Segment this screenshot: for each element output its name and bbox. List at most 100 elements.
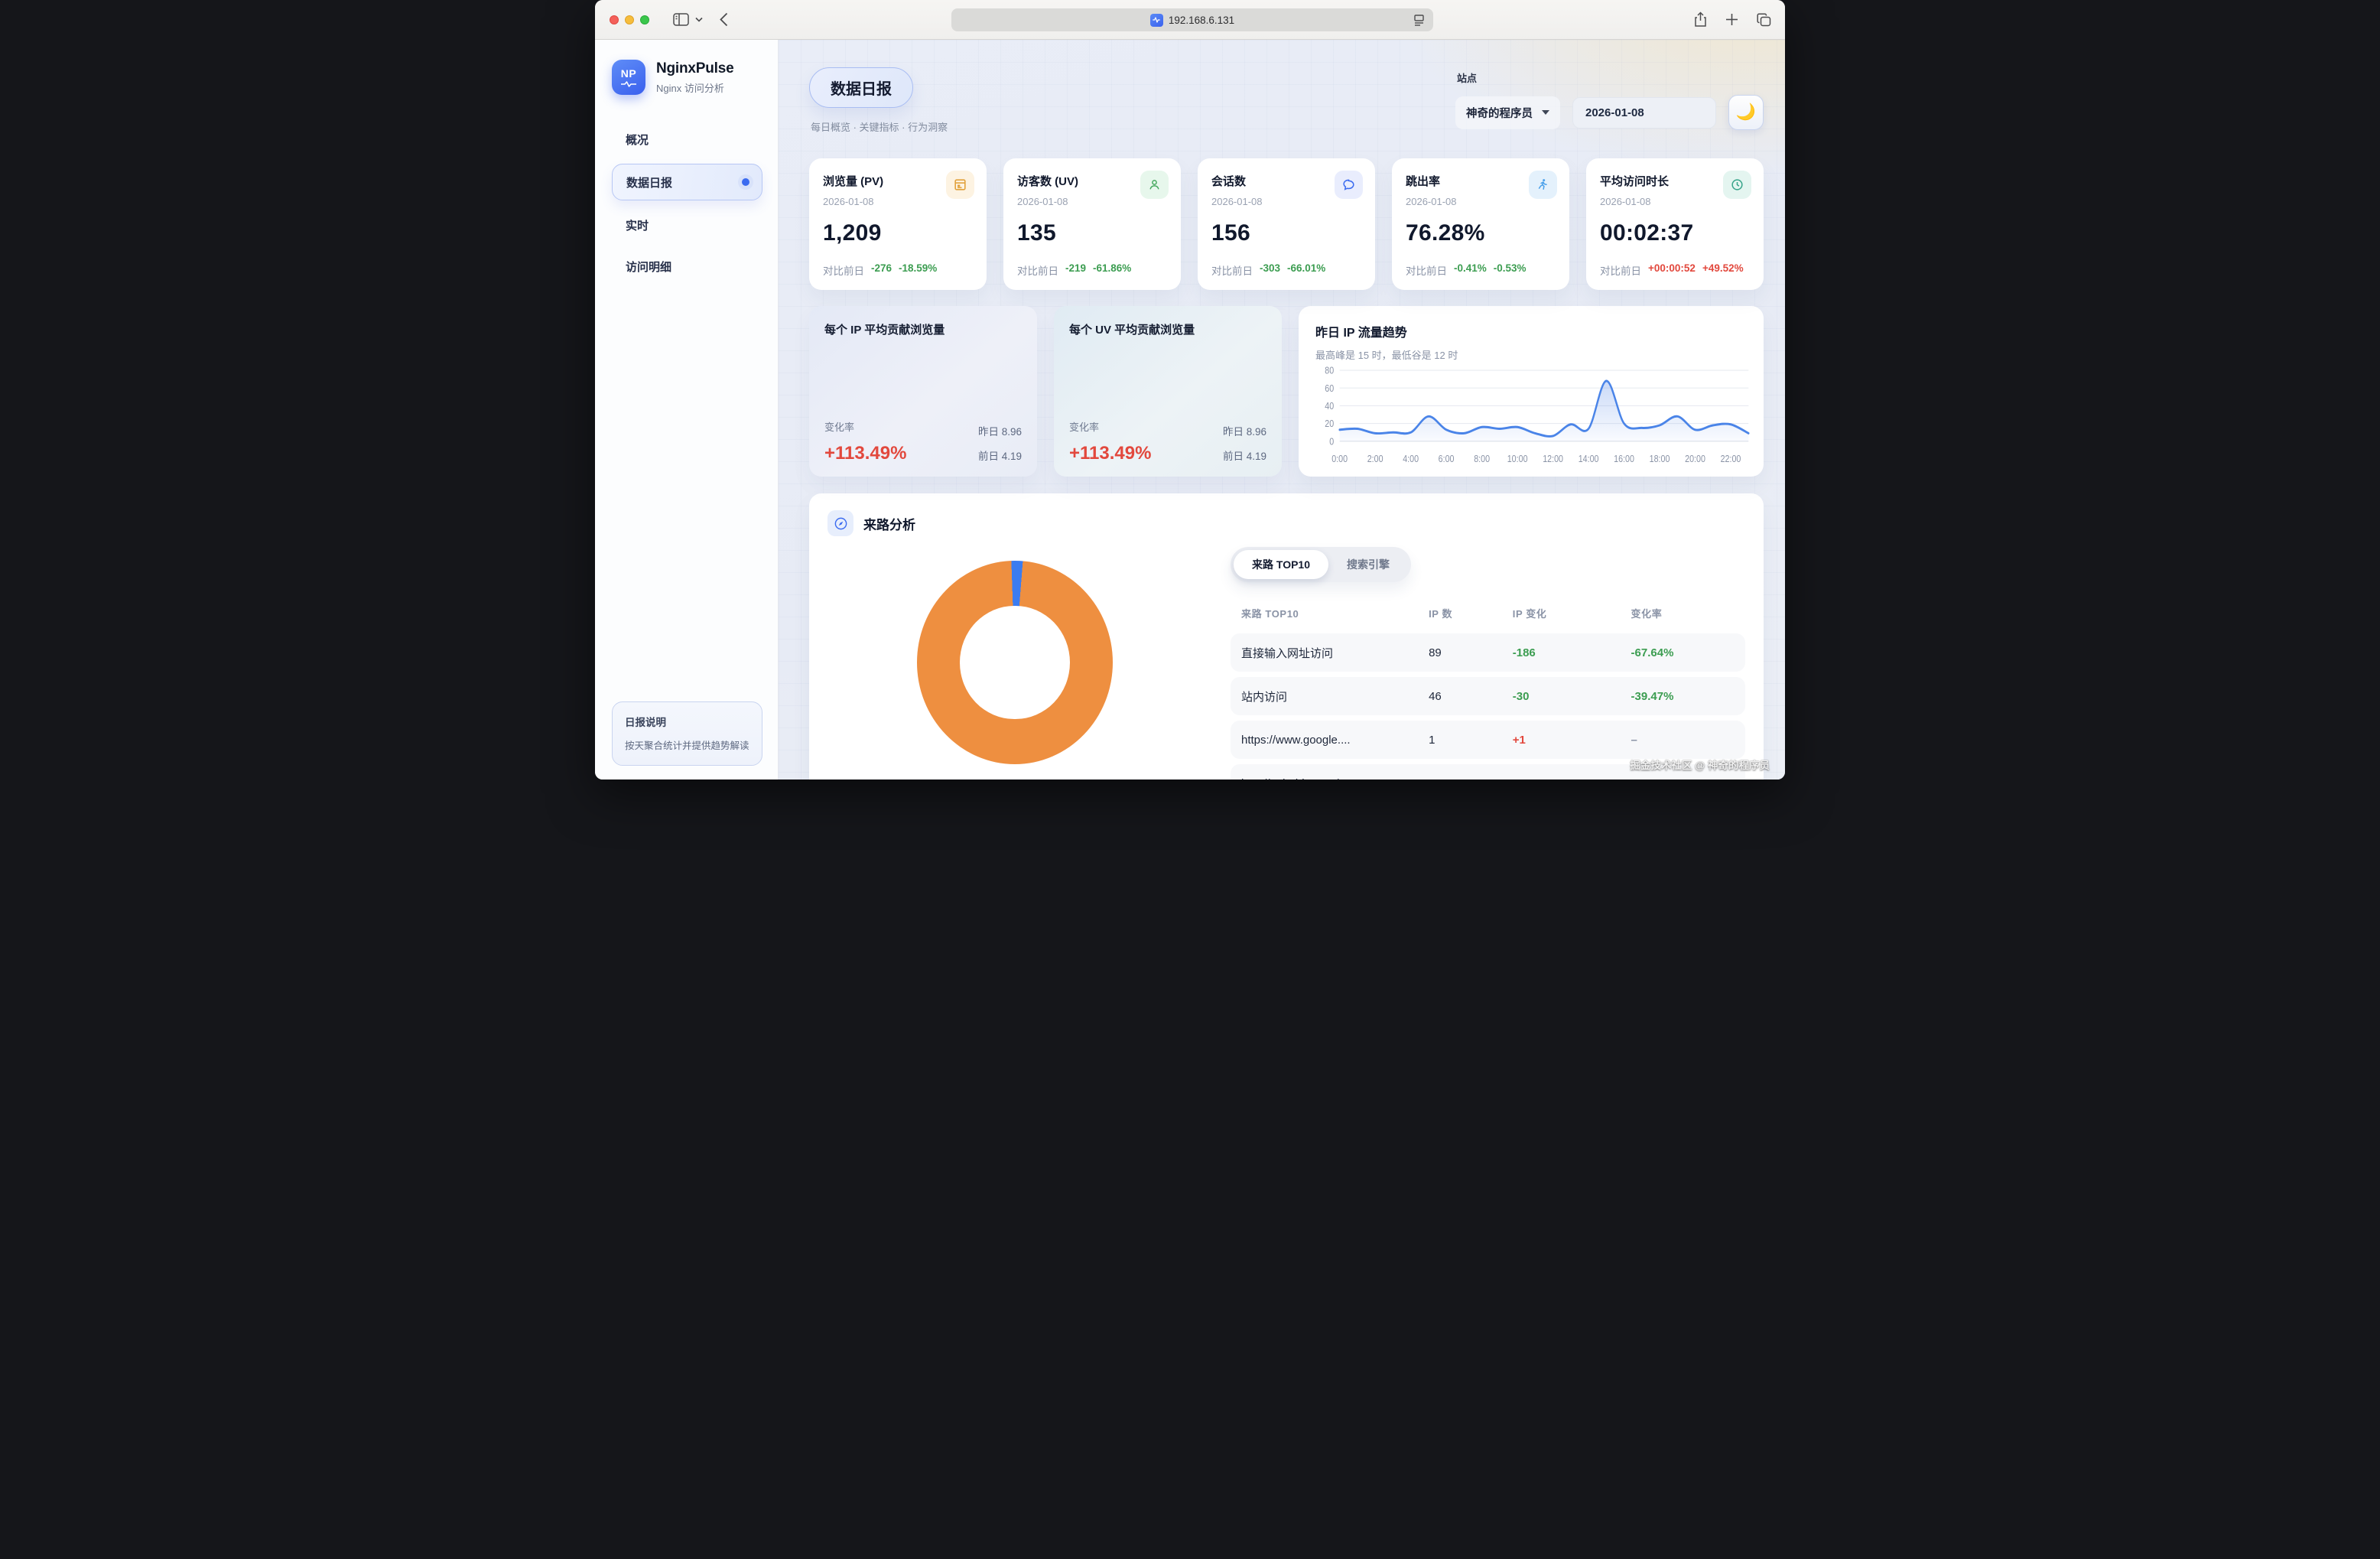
page-subtitle: 每日概览 · 关键指标 · 行为洞察 xyxy=(811,119,948,134)
user-icon xyxy=(1140,171,1169,199)
sidebar-toggle-icon[interactable] xyxy=(673,13,689,26)
stat-card: 访客数 (UV) 2026-01-08 135 对比前日 -219 -61.86… xyxy=(1003,158,1181,290)
column-header: 来路 TOP10 xyxy=(1241,606,1429,620)
stat-value: 76.28% xyxy=(1406,220,1556,246)
change-label: 变化率 xyxy=(824,419,854,434)
tab-overview-icon[interactable] xyxy=(1757,13,1771,27)
compass-icon xyxy=(827,510,853,536)
runner-icon xyxy=(1529,171,1557,199)
stat-card: 跳出率 2026-01-08 76.28% 对比前日 -0.41% -0.53% xyxy=(1392,158,1569,290)
change-label: 变化率 xyxy=(1069,419,1099,434)
back-icon[interactable] xyxy=(720,12,728,27)
column-header: IP 变化 xyxy=(1513,606,1631,620)
close-button[interactable] xyxy=(610,15,619,24)
theme-toggle-button[interactable]: 🌙 xyxy=(1728,95,1764,130)
site-select[interactable]: 神奇的程序员 xyxy=(1455,96,1560,129)
tab-1[interactable]: 搜索引擎 xyxy=(1328,550,1408,579)
avg-card-title: 每个 IP 平均贡献浏览量 xyxy=(824,321,1022,337)
pulse-line-icon xyxy=(620,81,637,87)
referrer-name: http://m.baidu.com/... xyxy=(1241,777,1429,780)
delta-absolute: -219 xyxy=(1065,262,1086,278)
svg-text:14:00: 14:00 xyxy=(1579,453,1599,464)
sidebar-item-0[interactable]: 概况 xyxy=(612,122,762,156)
sidebar-note-card: 日报说明 按天聚合统计并提供趋势解读 xyxy=(612,701,762,766)
prev-day-value: 前日 4.19 xyxy=(978,448,1022,463)
traffic-trend-card: 昨日 IP 流量趋势 最高峰是 15 时，最低谷是 12 时 020406080… xyxy=(1299,306,1764,477)
sidebar-item-3[interactable]: 访问明细 xyxy=(612,249,762,283)
prev-day-value: 前日 4.19 xyxy=(1223,448,1266,463)
svg-text:2:00: 2:00 xyxy=(1367,453,1383,464)
avg-ip-card: 每个 IP 平均贡献浏览量 变化率 +113.49% 昨日 8.96 前日 4.… xyxy=(809,306,1037,477)
ip-change: +1 xyxy=(1513,777,1631,780)
share-icon[interactable] xyxy=(1694,11,1707,28)
app-subtitle: Nginx 访问分析 xyxy=(656,80,733,95)
compare-label: 对比前日 xyxy=(823,262,864,278)
avg-uv-card: 每个 UV 平均贡献浏览量 变化率 +113.49% 昨日 8.96 前日 4.… xyxy=(1054,306,1282,477)
yesterday-value: 昨日 8.96 xyxy=(978,423,1022,438)
svg-text:80: 80 xyxy=(1325,365,1334,376)
stat-delta: 对比前日 +00:00:52 +49.52% xyxy=(1600,262,1744,278)
referrer-name: 站内访问 xyxy=(1241,688,1429,705)
browser-window: 192.168.6.131 xyxy=(595,0,1785,780)
table-row: 站内访问 46 -30 -39.47% xyxy=(1231,677,1745,715)
select-caret-icon xyxy=(1542,110,1549,115)
app-title: NginxPulse xyxy=(656,60,733,77)
delta-percent: -18.59% xyxy=(899,262,937,278)
table-row: 直接输入网址访问 89 -186 -67.64% xyxy=(1231,633,1745,672)
stat-delta: 对比前日 -0.41% -0.53% xyxy=(1406,262,1527,278)
tab-0[interactable]: 来路 TOP10 xyxy=(1234,550,1328,579)
active-indicator-dot xyxy=(742,178,749,186)
clock-icon xyxy=(1723,171,1751,199)
logo-initials: NP xyxy=(621,67,636,80)
address-bar[interactable]: 192.168.6.131 xyxy=(951,8,1433,31)
stat-card: 会话数 2026-01-08 156 对比前日 -303 -66.01% xyxy=(1198,158,1375,290)
app-logo-icon: NP xyxy=(612,60,645,95)
sidebar-item-label: 概况 xyxy=(626,132,649,148)
avg-card-title: 每个 UV 平均贡献浏览量 xyxy=(1069,321,1266,337)
date-input[interactable]: 2026-01-08 xyxy=(1572,97,1716,129)
site-select-value: 神奇的程序员 xyxy=(1466,105,1533,121)
delta-absolute: -0.41% xyxy=(1454,262,1487,278)
svg-text:0: 0 xyxy=(1329,435,1334,447)
svg-text:4:00: 4:00 xyxy=(1403,453,1419,464)
change-rate: – xyxy=(1631,777,1735,780)
ip-change: +1 xyxy=(1513,734,1631,747)
note-body: 按天聚合统计并提供趋势解读 xyxy=(625,737,749,752)
svg-text:10:00: 10:00 xyxy=(1507,453,1528,464)
compare-label: 对比前日 xyxy=(1406,262,1447,278)
sidebar-item-1[interactable]: 数据日报 xyxy=(612,164,762,200)
zoom-button[interactable] xyxy=(640,15,649,24)
referrer-name: 直接输入网址访问 xyxy=(1241,645,1429,661)
stat-value: 00:02:37 xyxy=(1600,220,1750,246)
new-tab-icon[interactable] xyxy=(1725,13,1738,26)
stat-delta: 对比前日 -303 -66.01% xyxy=(1211,262,1325,278)
stat-delta: 对比前日 -276 -18.59% xyxy=(823,262,937,278)
chat-icon xyxy=(1335,171,1363,199)
stat-value: 1,209 xyxy=(823,220,973,246)
page-title: 数据日报 xyxy=(809,67,913,108)
delta-absolute: -303 xyxy=(1260,262,1280,278)
browser-toolbar: 192.168.6.131 xyxy=(595,0,1785,40)
site-favicon-pulse-icon xyxy=(1150,14,1163,27)
referrer-analysis-card: 来路分析 搜索引擎直接访问外部链接 来路 TOP10搜索引擎 来路 TOP10I… xyxy=(809,493,1764,780)
sidebar-item-2[interactable]: 实时 xyxy=(612,208,762,242)
ip-change: -30 xyxy=(1513,690,1631,703)
stat-delta: 对比前日 -219 -61.86% xyxy=(1017,262,1131,278)
svg-text:60: 60 xyxy=(1325,382,1334,394)
compare-label: 对比前日 xyxy=(1600,262,1641,278)
section-title: 来路分析 xyxy=(863,514,915,533)
url-text: 192.168.6.131 xyxy=(1169,15,1234,26)
ip-count: 89 xyxy=(1429,646,1513,659)
chevron-down-icon[interactable] xyxy=(695,17,703,22)
referrer-name: https://www.google.... xyxy=(1241,734,1429,747)
referrer-table-header: 来路 TOP10IP 数IP 变化变化率 xyxy=(1231,606,1745,620)
minimize-button[interactable] xyxy=(625,15,634,24)
chart-title: 昨日 IP 流量趋势 xyxy=(1315,322,1751,340)
sidebar-item-label: 数据日报 xyxy=(626,174,672,190)
reader-view-icon[interactable] xyxy=(1413,14,1425,29)
compare-label: 对比前日 xyxy=(1211,262,1253,278)
sidebar-item-label: 访问明细 xyxy=(626,259,671,275)
yesterday-value: 昨日 8.96 xyxy=(1223,423,1266,438)
ip-count: 46 xyxy=(1429,690,1513,703)
ip-count: 1 xyxy=(1429,777,1513,780)
